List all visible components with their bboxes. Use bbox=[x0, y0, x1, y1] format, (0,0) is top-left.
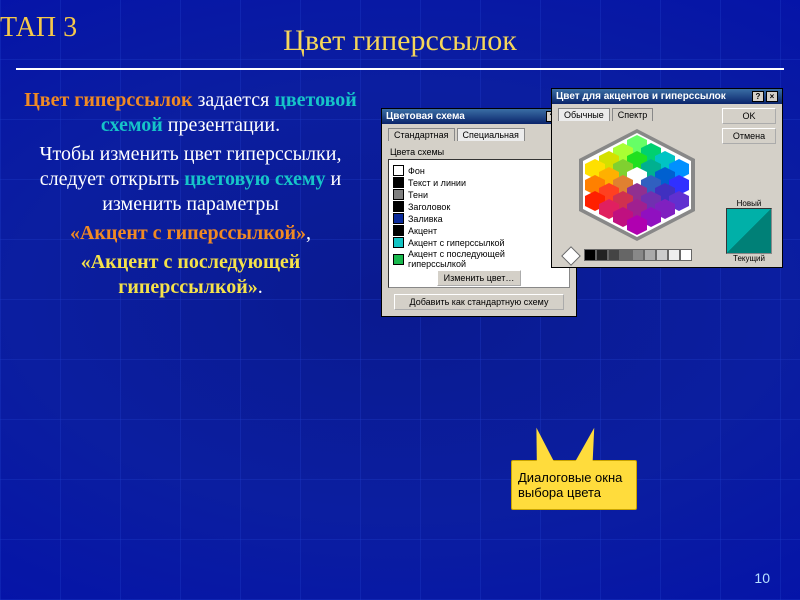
body-text: Цвет гиперссылок задается цветовой схемо… bbox=[18, 88, 363, 304]
tab-basic[interactable]: Обычные bbox=[558, 108, 610, 121]
ok-button[interactable]: OK bbox=[722, 108, 776, 124]
slide-number: 10 bbox=[754, 570, 770, 586]
list-item[interactable]: Заголовок bbox=[393, 201, 565, 212]
em-accent-hyperlink: «Акцент с гиперссылкой» bbox=[70, 222, 306, 244]
add-standard-button[interactable]: Добавить как стандартную схему bbox=[394, 294, 564, 310]
list-item[interactable]: Текст и линии bbox=[393, 177, 565, 188]
list-item[interactable]: Акцент с гиперссылкой bbox=[393, 237, 565, 248]
list-item[interactable]: Фон bbox=[393, 165, 565, 176]
list-item[interactable]: Заливка bbox=[393, 213, 565, 224]
list-item[interactable]: Тени bbox=[393, 189, 565, 200]
change-color-button[interactable]: Изменить цвет… bbox=[437, 270, 522, 286]
current-label: Текущий bbox=[722, 254, 776, 263]
list-item[interactable]: Акцент с последующей гиперссылкой bbox=[393, 249, 565, 269]
em-color-scheme-2: цветовую схему bbox=[184, 168, 325, 190]
stage-label: ТАП 3 bbox=[0, 12, 77, 44]
grayscale-row[interactable] bbox=[564, 249, 716, 263]
em-accent-followed: «Акцент с последующей гиперссылкой» bbox=[81, 251, 301, 298]
color-preview bbox=[726, 208, 772, 254]
cancel-button[interactable]: Отмена bbox=[722, 128, 776, 144]
scheme-color-list: Фон Текст и линии Тени Заголовок Заливка… bbox=[388, 159, 570, 288]
color-picker-dialog: Цвет для акцентов и гиперссылок ? × Обыч… bbox=[551, 88, 783, 268]
list-item[interactable]: Акцент bbox=[393, 225, 565, 236]
close-icon[interactable]: × bbox=[766, 91, 778, 102]
callout: Диалоговые окна выбора цвета bbox=[511, 460, 637, 510]
tab-standard[interactable]: Стандартная bbox=[388, 128, 455, 141]
color-scheme-dialog: Цветовая схема ? × Стандартная Специальн… bbox=[381, 108, 577, 317]
em-hyperlink-color: Цвет гиперссылок bbox=[24, 89, 192, 111]
dialog-title: Цвет для акцентов и гиперссылок bbox=[556, 91, 726, 102]
new-label: Новый bbox=[722, 199, 776, 208]
tab-spectrum[interactable]: Спектр bbox=[612, 108, 654, 121]
help-icon[interactable]: ? bbox=[752, 91, 764, 102]
color-hexagon[interactable] bbox=[558, 125, 716, 245]
group-colors: Цвета схемы bbox=[390, 147, 570, 157]
dialog-title: Цветовая схема bbox=[386, 111, 465, 122]
slide-title: Цвет гиперссылок bbox=[0, 0, 800, 58]
tab-custom[interactable]: Специальная bbox=[457, 128, 525, 141]
